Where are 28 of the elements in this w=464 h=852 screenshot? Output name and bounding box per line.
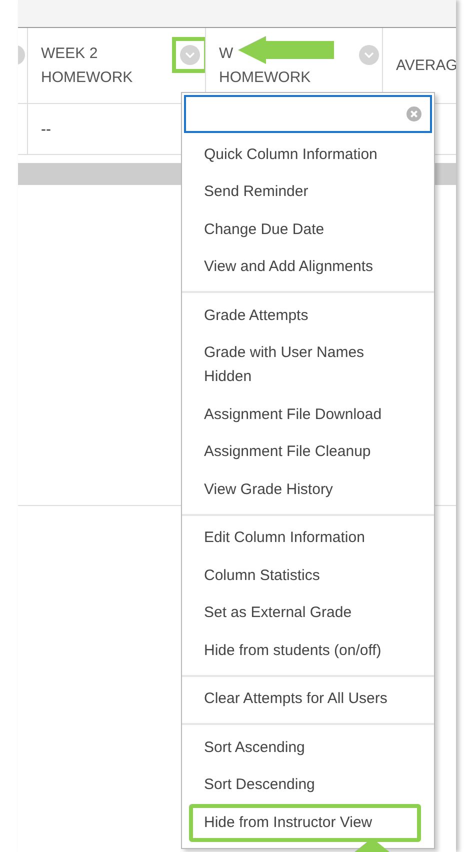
menu-item[interactable]: Hide from students (on/off) bbox=[182, 632, 434, 670]
column-title: W bbox=[219, 44, 234, 64]
menu-item[interactable]: View and Add Alignments bbox=[182, 248, 434, 286]
column-title: AVERAG bbox=[396, 56, 456, 76]
menu-item[interactable]: Sort Ascending bbox=[182, 729, 434, 766]
menu-item[interactable]: Grade Attempts bbox=[182, 297, 434, 334]
menu-item[interactable]: Assignment File Cleanup bbox=[182, 434, 434, 471]
menu-item[interactable]: Change Due Date bbox=[182, 211, 434, 248]
menu-item[interactable]: Column Statistics bbox=[182, 557, 434, 594]
menu-item[interactable]: Clear Attempts for All Users bbox=[182, 680, 434, 718]
column-title: HOMEWORK bbox=[219, 68, 311, 88]
menu-item[interactable]: Grade with User Names Hidden bbox=[182, 334, 434, 396]
arrow-icon bbox=[238, 36, 334, 64]
column-title: HOMEWORK bbox=[41, 68, 133, 88]
chevron-icon bbox=[364, 52, 374, 58]
menu-item[interactable]: Sort Descending bbox=[182, 766, 434, 804]
menu-item[interactable]: Edit Column Information bbox=[182, 520, 434, 557]
column-menu-button[interactable] bbox=[359, 44, 379, 64]
menu-item[interactable]: Set as External Grade bbox=[182, 594, 434, 632]
menu-item[interactable]: Hide from Instructor View bbox=[189, 804, 421, 842]
column-title: WEEK 2 bbox=[41, 44, 98, 64]
menu-item[interactable]: Assignment File Download bbox=[182, 396, 434, 434]
menu-item[interactable]: Send Reminder bbox=[182, 174, 434, 211]
menu-item[interactable]: View Grade History bbox=[182, 471, 434, 508]
column-menu-button[interactable] bbox=[180, 44, 200, 64]
chevron-icon bbox=[185, 52, 195, 58]
clear-icon[interactable] bbox=[406, 106, 422, 122]
search-field[interactable] bbox=[184, 95, 432, 133]
